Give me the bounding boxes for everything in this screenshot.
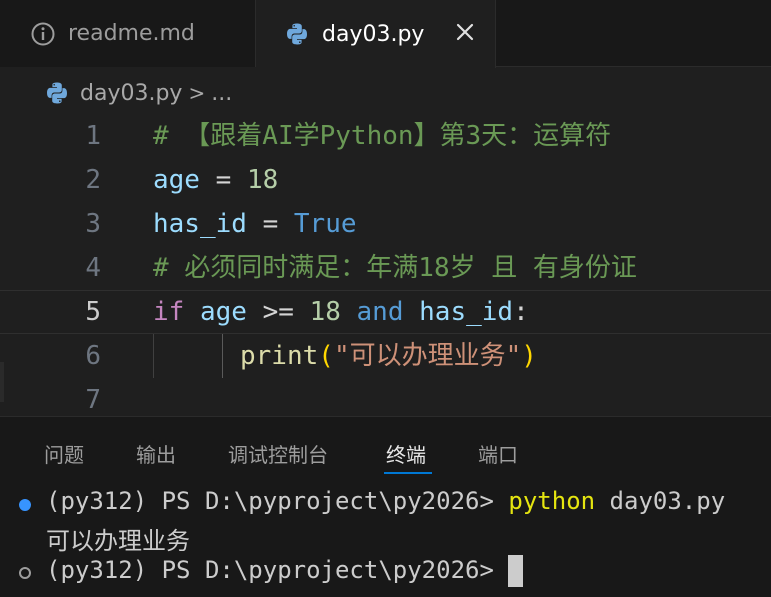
- tab-debug-console[interactable]: 调试控制台: [228, 439, 328, 468]
- tab-output[interactable]: 输出: [136, 439, 176, 468]
- tab-readme[interactable]: readme.md: [0, 0, 256, 67]
- indent-guide: [153, 334, 154, 378]
- close-icon[interactable]: [453, 20, 477, 44]
- terminal-command: python: [508, 487, 596, 515]
- bottom-panel: 问题 输出 调试控制台 终端 端口 (py312) PS D:\pyprojec…: [0, 416, 771, 597]
- token-operator: >=: [246, 297, 310, 327]
- terminal-line: (py312) PS D:\pyproject\py2026> python d…: [46, 487, 725, 515]
- code-editor[interactable]: 1 # 【跟着AI学Python】第3天：运算符 2 age = 18 3 ha…: [0, 114, 771, 416]
- line-number: 6: [85, 341, 101, 371]
- token-punctuation: :: [513, 297, 529, 327]
- breadcrumb: day03.py > ...: [44, 76, 232, 110]
- editor-tab-bar: readme.md day03.py: [0, 0, 771, 68]
- tab-ports[interactable]: 端口: [478, 439, 518, 468]
- code-line: 4 # 必须同时满足：年满18岁 且 有身份证: [0, 246, 771, 290]
- token-variable: age: [153, 165, 200, 195]
- terminal-prompt: (py312) PS D:\pyproject\py2026>: [46, 487, 494, 515]
- python-icon: [287, 23, 307, 45]
- token-number: 18: [309, 297, 341, 327]
- token-constant: True: [293, 209, 357, 239]
- active-tab-indicator: [384, 472, 432, 474]
- token-operator: =: [199, 165, 247, 195]
- token-paren: (: [318, 341, 334, 371]
- panel-tab-bar: 问题 输出 调试控制台 终端 端口: [0, 417, 771, 477]
- code-line: 6 print("可以办理业务"): [0, 334, 771, 378]
- terminal-argument: day03.py: [595, 487, 726, 515]
- token-operator: =: [246, 209, 294, 239]
- token-function: print: [240, 341, 319, 371]
- line-number: 4: [85, 253, 101, 283]
- breadcrumb-more[interactable]: ...: [211, 81, 232, 106]
- code-text: age = 18: [153, 158, 278, 202]
- code-comment: # 必须同时满足：年满18岁 且 有身份证: [153, 253, 637, 283]
- code-line: 1 # 【跟着AI学Python】第3天：运算符: [0, 114, 771, 158]
- token-paren: ): [521, 341, 537, 371]
- terminal-output: 可以办理业务: [46, 527, 190, 555]
- token-number: 18: [246, 165, 279, 195]
- terminal-line: (py312) PS D:\pyproject\py2026>: [46, 555, 523, 587]
- terminal-cursor: [507, 555, 523, 587]
- breadcrumb-separator: >: [188, 81, 206, 105]
- line-number: 3: [85, 209, 101, 239]
- code-text: print("可以办理业务"): [240, 334, 537, 378]
- line-number: 1: [85, 121, 101, 151]
- command-pending-icon[interactable]: [19, 567, 31, 579]
- code-comment: # 【跟着AI学Python】第3天：运算符: [153, 121, 612, 151]
- terminal-prompt: (py312) PS D:\pyproject\py2026>: [46, 556, 494, 584]
- tab-label: readme.md: [68, 21, 195, 46]
- code-text: has_id = True: [153, 202, 357, 246]
- command-success-icon[interactable]: [19, 499, 31, 511]
- python-icon: [47, 82, 67, 104]
- tab-terminal[interactable]: 终端: [386, 439, 426, 468]
- tab-problems[interactable]: 问题: [44, 439, 84, 468]
- token-variable: has_id: [153, 209, 247, 239]
- indent-guide-active: [222, 334, 223, 378]
- token-keyword: and: [356, 297, 404, 327]
- token-variable: has_id: [419, 297, 514, 327]
- tab-label: day03.py: [322, 21, 425, 47]
- line-number: 5: [85, 297, 101, 327]
- info-icon: [31, 22, 55, 45]
- code-text: if age >= 18 and has_id:: [153, 291, 529, 333]
- breadcrumb-file[interactable]: day03.py: [80, 81, 182, 106]
- token-keyword: if: [153, 297, 185, 327]
- code-line: 2 age = 18: [0, 158, 771, 202]
- code-line-current: 5 if age >= 18 and has_id:: [0, 290, 771, 334]
- token-variable: age: [199, 297, 247, 327]
- code-line: 3 has_id = True: [0, 202, 771, 246]
- token-string: "可以办理业务": [333, 341, 522, 371]
- line-number: 2: [85, 165, 101, 195]
- tab-day03-py[interactable]: day03.py: [256, 0, 496, 68]
